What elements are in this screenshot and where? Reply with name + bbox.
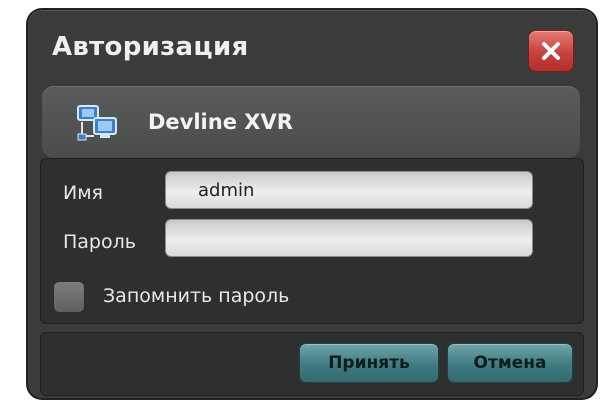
server-name: Devline XVR bbox=[148, 110, 293, 134]
dialog-title: Авторизация bbox=[52, 32, 249, 62]
dialog-footer: Принять Отмена bbox=[40, 332, 584, 396]
authorization-dialog: Авторизация Devline XVR Имя admin Пароль… bbox=[28, 10, 596, 398]
remember-password-label[interactable]: Запомнить пароль bbox=[103, 285, 289, 307]
password-label: Пароль bbox=[63, 231, 136, 253]
password-field[interactable] bbox=[165, 219, 533, 257]
close-icon bbox=[542, 42, 560, 60]
remember-password-checkbox[interactable] bbox=[53, 281, 85, 313]
dialog-titlebar[interactable]: Авторизация bbox=[28, 10, 596, 86]
cancel-button[interactable]: Отмена bbox=[447, 343, 573, 383]
accept-button[interactable]: Принять bbox=[299, 343, 439, 383]
close-button[interactable] bbox=[528, 30, 574, 72]
username-field[interactable]: admin bbox=[165, 171, 533, 209]
server-header: Devline XVR bbox=[42, 86, 580, 158]
username-label: Имя bbox=[63, 182, 103, 204]
network-computer-icon bbox=[77, 105, 117, 141]
login-form: Имя admin Пароль Запомнить пароль bbox=[40, 158, 584, 324]
